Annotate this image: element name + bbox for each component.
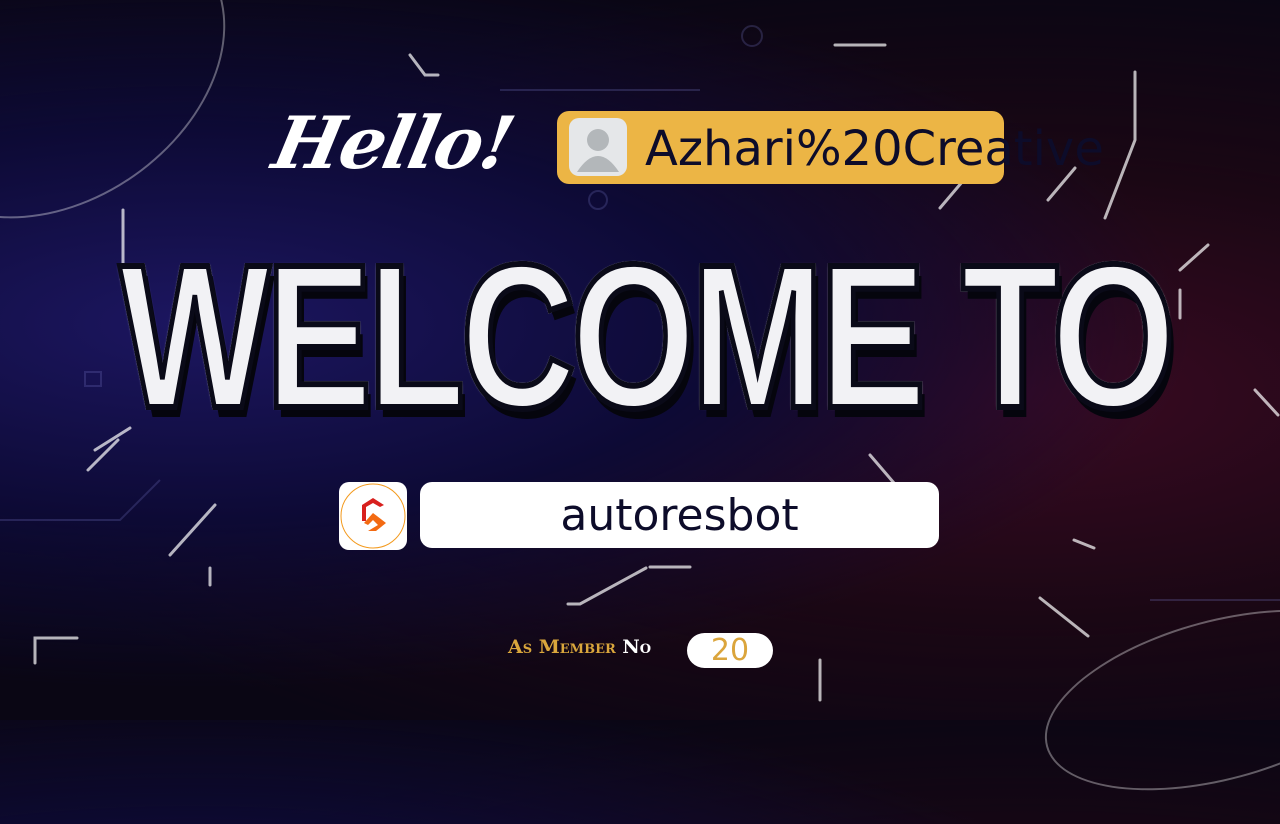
- member-label-suffix: No: [622, 636, 652, 658]
- server-name: autoresbot: [560, 489, 799, 541]
- welcome-headline: WELCOME TO: [117, 219, 1178, 454]
- username-badge: Azhari%20Creative: [557, 111, 1104, 184]
- username-text: Azhari%20Creative: [645, 121, 1104, 177]
- greeting-text: Hello!: [265, 100, 521, 185]
- server-logo-icon: [339, 482, 407, 550]
- member-number: 20: [710, 633, 750, 668]
- member-label-prefix: As Member: [508, 636, 616, 658]
- welcome-text: WELCOME TO: [117, 219, 1178, 455]
- member-number-badge: 20: [687, 633, 773, 668]
- default-avatar-icon: [569, 118, 627, 176]
- server-name-badge: autoresbot: [420, 482, 939, 548]
- member-label: As Member No: [508, 636, 651, 658]
